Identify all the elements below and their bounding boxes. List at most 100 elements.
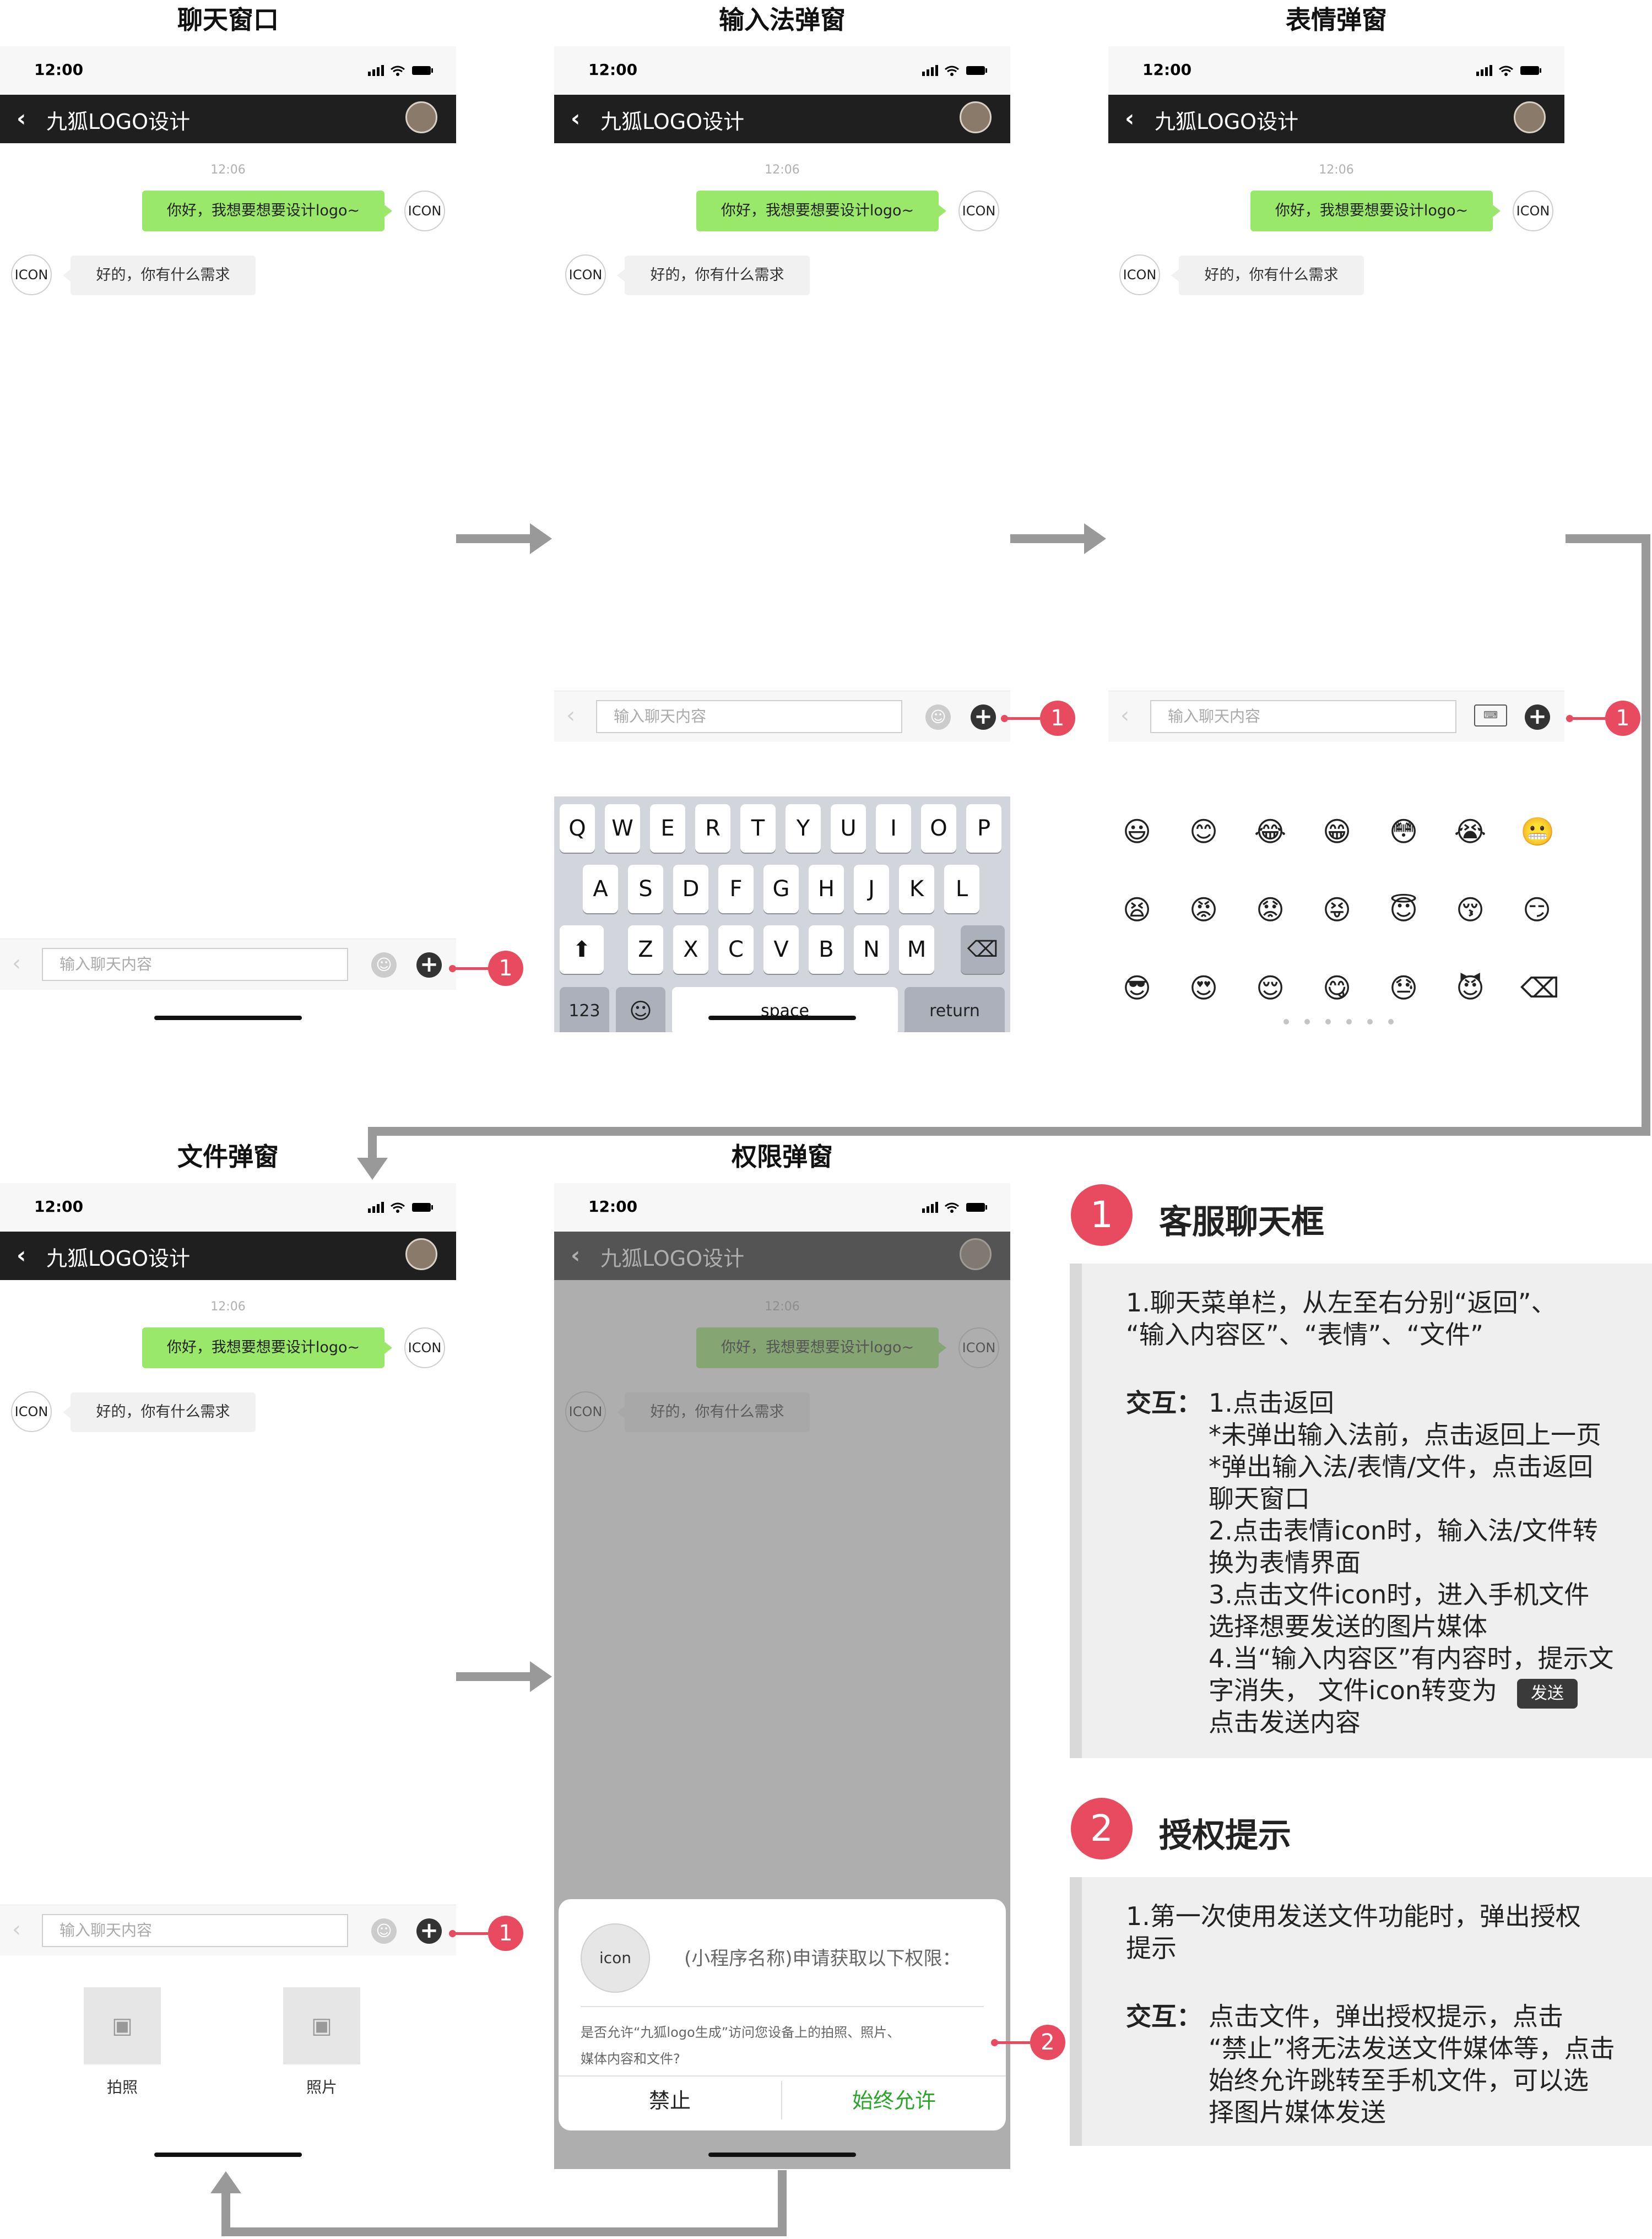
chat-input[interactable]: 输入聊天内容 xyxy=(42,1914,348,1947)
delete-key[interactable]: ⌫ xyxy=(961,925,1005,974)
key-t[interactable]: T xyxy=(740,804,776,853)
emoji-item[interactable]: 😍 xyxy=(1187,972,1220,1005)
allow-button[interactable]: 始终允许 xyxy=(782,2084,1006,2117)
emoji-item[interactable]: 😳 xyxy=(1387,815,1420,848)
emoji-item[interactable]: 😫 xyxy=(1120,893,1153,926)
emoji-item[interactable]: 😟 xyxy=(1254,893,1287,926)
key-v[interactable]: V xyxy=(763,925,799,974)
section-1-number: 1 xyxy=(1071,1184,1133,1246)
emoji-icon[interactable]: ☺ xyxy=(925,704,951,730)
key-n[interactable]: N xyxy=(854,925,889,974)
plus-icon[interactable]: + xyxy=(416,1918,442,1944)
signal-wifi-battery-icon xyxy=(368,65,433,76)
emoji-item[interactable]: 😬 xyxy=(1520,815,1554,848)
key-q[interactable]: Q xyxy=(560,804,595,853)
return-key[interactable]: return xyxy=(904,987,1005,1032)
key-i[interactable]: I xyxy=(876,804,911,853)
key-f[interactable]: F xyxy=(718,865,754,913)
key-b[interactable]: B xyxy=(809,925,844,974)
signal-wifi-battery-icon xyxy=(368,1202,433,1213)
emoji-item[interactable]: 😌 xyxy=(1254,972,1287,1005)
section-1-line: 1.聊天菜单栏，从左至右分别“返回”、 xyxy=(1126,1288,1557,1318)
flow-arrow-line xyxy=(368,1127,1650,1136)
plus-icon[interactable]: + xyxy=(416,952,442,978)
emoji-icon[interactable]: ☺ xyxy=(371,952,397,978)
key-s[interactable]: S xyxy=(628,865,663,913)
delete-emoji-icon[interactable]: ⌫ xyxy=(1520,972,1559,1005)
emoji-item[interactable]: 😏 xyxy=(1520,893,1553,926)
emoji-item[interactable]: 😈 xyxy=(1454,972,1487,1005)
nav-bar: ‹ 九狐LOGO设计 xyxy=(554,95,1010,143)
key-x[interactable]: X xyxy=(673,925,708,974)
chat-input[interactable]: 输入聊天内容 xyxy=(1150,700,1456,733)
key-d[interactable]: D xyxy=(673,865,708,913)
key-j[interactable]: J xyxy=(854,865,889,913)
key-l[interactable]: L xyxy=(944,865,979,913)
camera-option[interactable]: ▣ xyxy=(84,1987,161,2064)
emoji-item[interactable]: 😃 xyxy=(1120,815,1153,848)
key-m[interactable]: M xyxy=(899,925,934,974)
emoji-key[interactable]: ☺ xyxy=(616,987,665,1032)
back-arrow-icon[interactable]: ‹ xyxy=(12,1916,21,1943)
plus-icon[interactable]: + xyxy=(1525,704,1550,730)
key-w[interactable]: W xyxy=(605,804,640,853)
status-time: 12:00 xyxy=(1142,61,1192,79)
avatar[interactable] xyxy=(405,1238,437,1270)
emoji-item[interactable]: 😭 xyxy=(1454,815,1487,848)
back-icon[interactable]: ‹ xyxy=(571,107,580,130)
avatar[interactable] xyxy=(1514,101,1546,133)
other-avatar-icon: ICON xyxy=(11,254,52,295)
screen-title-keyboard: 输入法弹窗 xyxy=(719,5,846,35)
key-e[interactable]: E xyxy=(650,804,685,853)
emoji-item[interactable]: 😚 xyxy=(1454,893,1487,926)
emoji-item[interactable]: 😊 xyxy=(1187,815,1220,848)
section-1-panel: 1.聊天菜单栏，从左至右分别“返回”、 “输入内容区”、“表情”、“文件” 交互… xyxy=(1070,1264,1652,1758)
flow-arrow-line xyxy=(1566,534,1649,543)
flow-arrow-head xyxy=(530,523,552,554)
space-key[interactable]: space xyxy=(672,987,898,1032)
back-icon[interactable]: ‹ xyxy=(1125,107,1134,130)
emoji-item[interactable]: 😁 xyxy=(1320,815,1353,848)
emoji-item[interactable]: 😓 xyxy=(1387,972,1420,1005)
key-p[interactable]: P xyxy=(966,804,1001,853)
plus-icon[interactable]: + xyxy=(971,704,996,730)
key-r[interactable]: R xyxy=(695,804,730,853)
screen-title-chat: 聊天窗口 xyxy=(177,5,279,35)
my-message-bubble: 你好，我想要想要设计logo~ xyxy=(142,1327,392,1368)
signal-wifi-battery-icon xyxy=(922,65,987,76)
key-c[interactable]: C xyxy=(718,925,754,974)
avatar[interactable] xyxy=(405,101,437,133)
back-icon[interactable]: ‹ xyxy=(17,107,26,130)
emoji-item[interactable]: 😎 xyxy=(1120,972,1153,1005)
key-a[interactable]: A xyxy=(583,865,618,913)
my-avatar-icon: ICON xyxy=(1513,191,1553,231)
chat-input[interactable]: 输入聊天内容 xyxy=(42,948,348,981)
emoji-icon[interactable]: ☺ xyxy=(371,1918,397,1944)
page-dot xyxy=(1325,1019,1331,1024)
emoji-item[interactable]: 😝 xyxy=(1320,893,1353,926)
key-o[interactable]: O xyxy=(921,804,956,853)
emoji-item[interactable]: 😡 xyxy=(1187,893,1220,926)
album-option[interactable]: ▣ xyxy=(283,1987,360,2064)
emoji-item[interactable]: 😇 xyxy=(1387,893,1420,926)
back-arrow-icon[interactable]: ‹ xyxy=(12,950,21,977)
back-arrow-icon[interactable]: ‹ xyxy=(566,702,575,729)
keyboard-icon[interactable]: ⌨ xyxy=(1474,704,1507,727)
home-indicator xyxy=(708,1016,856,1020)
number-key[interactable]: 123 xyxy=(560,987,609,1032)
shift-key[interactable]: ⬆ xyxy=(560,925,604,974)
deny-button[interactable]: 禁止 xyxy=(559,2084,781,2117)
back-icon[interactable]: ‹ xyxy=(17,1244,26,1267)
key-z[interactable]: Z xyxy=(628,925,663,974)
avatar[interactable] xyxy=(960,101,992,133)
back-arrow-icon[interactable]: ‹ xyxy=(1120,702,1129,729)
key-g[interactable]: G xyxy=(763,865,799,913)
key-h[interactable]: H xyxy=(809,865,844,913)
key-y[interactable]: Y xyxy=(786,804,821,853)
chat-input[interactable]: 输入聊天内容 xyxy=(596,700,902,733)
image-icon: ▣ xyxy=(311,2013,332,2039)
emoji-item[interactable]: 😋 xyxy=(1320,972,1353,1005)
key-u[interactable]: U xyxy=(831,804,866,853)
key-k[interactable]: K xyxy=(899,865,934,913)
emoji-item[interactable]: 😂 xyxy=(1254,815,1287,848)
